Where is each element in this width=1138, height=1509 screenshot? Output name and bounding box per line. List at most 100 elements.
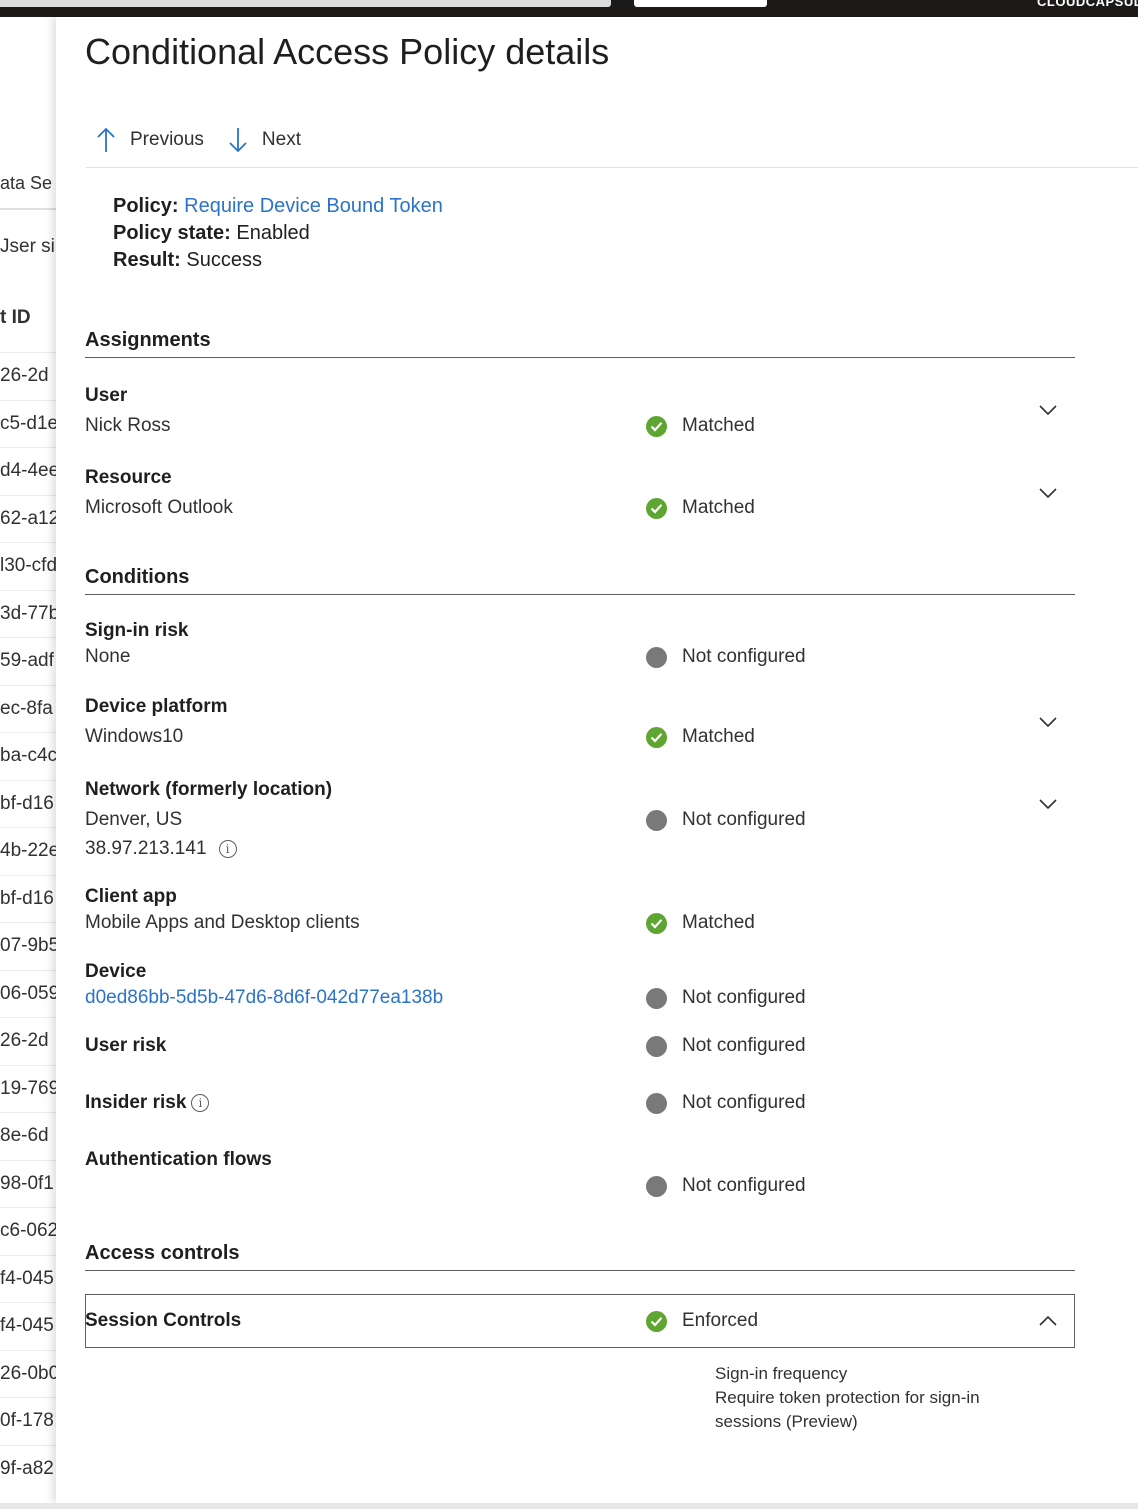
resource-status: Matched — [646, 497, 755, 519]
chevron-up-icon[interactable] — [1038, 1314, 1058, 1328]
bottom-scrollbar[interactable] — [0, 1503, 1138, 1509]
policy-name-link[interactable]: Require Device Bound Token — [184, 195, 443, 217]
session-detail-item: Sign-in frequency — [715, 1364, 848, 1383]
chevron-down-icon[interactable] — [1038, 797, 1058, 811]
conditions-heading: Conditions — [85, 566, 190, 588]
client-app-status: Matched — [646, 912, 755, 934]
client-app-value: Mobile Apps and Desktop clients — [85, 912, 360, 933]
policy-state-label: Policy state: — [113, 222, 231, 244]
info-icon[interactable]: i — [191, 1094, 210, 1112]
background-table-row[interactable]: 98-0f1 — [0, 1159, 56, 1208]
background-column-header[interactable]: t ID — [0, 307, 31, 329]
check-circle-icon — [646, 497, 667, 519]
background-table-row[interactable]: 26-2d — [0, 1017, 56, 1065]
result-label: Result: — [113, 249, 181, 271]
background-tab-underline — [0, 208, 56, 210]
policy-details-panel: Conditional Access Policy details Previo… — [56, 17, 1138, 1503]
resource-label: Resource — [85, 467, 172, 488]
background-table-row[interactable]: 26-2d — [0, 352, 56, 400]
policy-state-row: Policy state: Enabled — [113, 220, 443, 247]
background-table-row[interactable]: 07-9b5 — [0, 922, 56, 970]
network-label: Network (formerly location) — [85, 779, 333, 800]
result-row: Result: Success — [113, 247, 443, 274]
network-status: Not configured — [646, 809, 806, 831]
background-table-row[interactable]: 06-059 — [0, 969, 56, 1018]
background-table-row[interactable]: 4b-22e — [0, 827, 56, 875]
background-table-row[interactable]: ec-8fa — [0, 684, 56, 733]
signin-risk-label: Sign-in risk — [85, 620, 189, 641]
background-table-row[interactable]: 59-adf — [0, 637, 56, 685]
chevron-down-icon[interactable] — [1038, 486, 1058, 500]
result-value: Success — [186, 249, 262, 271]
top-bar: CLOUDCAPSUL — [0, 0, 1138, 17]
user-status: Matched — [646, 415, 755, 437]
signin-risk-status-text: Not configured — [682, 646, 806, 667]
device-id-link[interactable]: d0ed86bb-5d5b-47d6-8d6f-042d77ea138b — [85, 987, 443, 1009]
policy-label: Policy: — [113, 195, 179, 217]
next-label: Next — [261, 129, 301, 150]
resource-value: Microsoft Outlook — [85, 497, 233, 518]
top-bar-button[interactable] — [634, 0, 767, 7]
background-table-row[interactable]: 26-0b0 — [0, 1349, 56, 1398]
check-circle-icon — [646, 726, 667, 748]
background-table-row[interactable]: l30-cfd — [0, 542, 56, 590]
policy-name-row: Policy: Require Device Bound Token — [113, 193, 443, 220]
user-risk-label: User risk — [85, 1035, 167, 1056]
user-value: Nick Ross — [85, 415, 171, 436]
user-risk-status-text: Not configured — [682, 1035, 806, 1056]
nav-toolbar: Previous Next — [96, 127, 325, 153]
arrow-up-icon — [97, 127, 115, 152]
background-table-row[interactable]: ba-c4c — [0, 732, 56, 780]
background-table-row[interactable]: c6-062 — [0, 1207, 56, 1255]
info-icon[interactable]: i — [218, 840, 237, 858]
search-box[interactable] — [0, 0, 611, 7]
background-table-row[interactable]: 9f-a82 — [0, 1444, 56, 1493]
previous-label: Previous — [130, 129, 204, 150]
background-table-row[interactable]: 19-769 — [0, 1064, 56, 1113]
policy-summary: Policy: Require Device Bound Token Polic… — [113, 193, 443, 274]
access-controls-divider — [85, 1270, 1075, 1271]
device-platform-status: Matched — [646, 726, 755, 748]
background-table-row[interactable]: c5-d1e — [0, 399, 56, 448]
device-platform-status-text: Matched — [682, 726, 755, 747]
insider-risk-status: Not configured — [646, 1092, 806, 1114]
access-controls-heading: Access controls — [85, 1242, 240, 1264]
background-table-row[interactable]: 3d-77b — [0, 589, 56, 638]
session-controls-status: Enforced — [646, 1310, 758, 1332]
next-button[interactable]: Next — [228, 127, 301, 153]
tenant-name[interactable]: CLOUDCAPSUL — [1037, 0, 1138, 9]
status-dot-icon — [646, 646, 667, 668]
policy-state-value: Enabled — [236, 222, 310, 244]
background-table-row[interactable]: 8e-6d — [0, 1112, 56, 1160]
chevron-down-icon[interactable] — [1038, 403, 1058, 417]
user-status-text: Matched — [682, 415, 755, 436]
background-subtab[interactable]: Jser si — [0, 236, 55, 258]
status-dot-icon — [646, 1035, 667, 1057]
background-table-row[interactable]: 0f-178 — [0, 1397, 56, 1445]
assignments-divider — [85, 357, 1075, 358]
background-table-row[interactable]: d4-4ee — [0, 447, 56, 495]
background-tab[interactable]: ata Se — [0, 173, 52, 194]
insider-risk-status-text: Not configured — [682, 1092, 806, 1113]
network-value: Denver, US — [85, 809, 183, 830]
auth-flows-status: Not configured — [646, 1175, 806, 1197]
check-circle-icon — [646, 912, 667, 934]
status-dot-icon — [646, 1175, 667, 1197]
background-table-row[interactable]: bf-d16 — [0, 779, 56, 828]
background-table-row[interactable]: f4-045 — [0, 1254, 56, 1303]
device-platform-label: Device platform — [85, 696, 228, 717]
background-table-row[interactable]: 62-a12 — [0, 494, 56, 543]
device-platform-value: Windows10 — [85, 726, 184, 747]
signin-risk-value: None — [85, 646, 131, 667]
resource-status-text: Matched — [682, 497, 755, 518]
previous-button[interactable]: Previous — [96, 127, 204, 153]
background-table-row[interactable]: f4-045 — [0, 1302, 56, 1350]
network-ip-row: 38.97.213.141 i — [85, 838, 237, 860]
background-signin-list: ata Se Jser si t ID 26-2d c5-d1e d4-4ee 62-… — [0, 17, 56, 1509]
auth-flows-label: Authentication flows — [85, 1149, 272, 1170]
background-table-row[interactable]: bf-d16 — [0, 874, 56, 923]
device-label: Device — [85, 961, 147, 982]
device-status: Not configured — [646, 987, 806, 1009]
check-circle-icon — [646, 1310, 667, 1332]
chevron-down-icon[interactable] — [1038, 715, 1058, 729]
